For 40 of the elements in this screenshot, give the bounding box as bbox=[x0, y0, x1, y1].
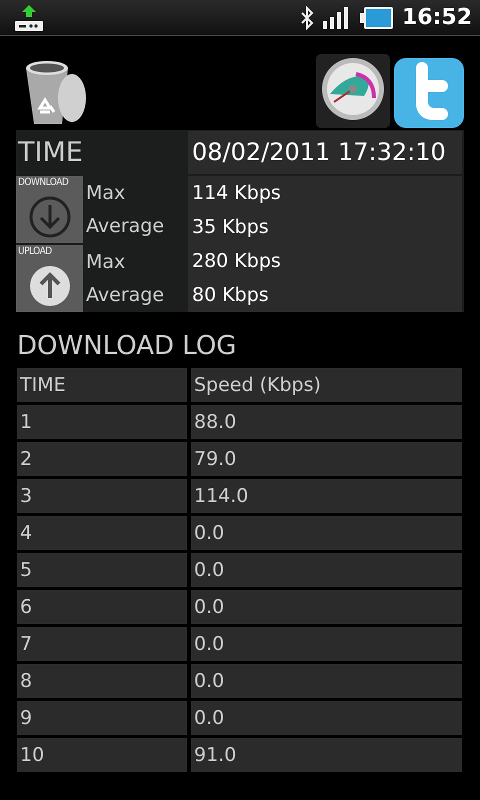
download-tile[interactable]: DOWNLOAD bbox=[16, 176, 83, 243]
table-cell: 0.0 bbox=[191, 553, 462, 587]
column-header: TIME bbox=[17, 368, 187, 402]
stat-label: Average bbox=[86, 215, 164, 238]
time-label: TIME bbox=[16, 136, 84, 170]
table-cell: 7 bbox=[17, 627, 187, 661]
table-cell: 88.0 bbox=[191, 405, 462, 439]
stat-value: 280 Kbps bbox=[192, 249, 282, 274]
table-cell: 91.0 bbox=[191, 738, 462, 772]
upload-tile[interactable]: UPLOAD bbox=[16, 245, 83, 312]
table-cell: 114.0 bbox=[191, 479, 462, 513]
table-cell: 9 bbox=[17, 701, 187, 735]
table-cell: 0.0 bbox=[191, 516, 462, 550]
gauge-icon[interactable] bbox=[316, 54, 390, 128]
table-cell: 10 bbox=[17, 738, 187, 772]
clock: 16:52 bbox=[402, 4, 472, 30]
time-value: 08/02/2011 17:32:10 bbox=[188, 131, 462, 174]
table-cell: 0.0 bbox=[191, 590, 462, 624]
stat-label: Average bbox=[86, 284, 164, 306]
table-cell: 0.0 bbox=[191, 627, 462, 661]
stat-label: Max bbox=[86, 182, 126, 204]
stat-value: 80 Kbps bbox=[192, 283, 270, 308]
table-cell: 6 bbox=[17, 590, 187, 624]
table-cell: 0.0 bbox=[191, 664, 462, 698]
table-cell: 0.0 bbox=[191, 701, 462, 735]
stat-value: 35 Kbps bbox=[192, 215, 270, 240]
table-cell: 5 bbox=[17, 553, 187, 587]
table-cell: 79.0 bbox=[191, 442, 462, 476]
table-cell: 1 bbox=[17, 405, 187, 439]
table-cell: 2 bbox=[17, 442, 187, 476]
bluetooth-icon bbox=[300, 6, 314, 30]
log-title: DOWNLOAD LOG bbox=[17, 330, 238, 363]
stat-value: 114 Kbps bbox=[192, 181, 282, 206]
stat-label: Max bbox=[86, 250, 126, 273]
table-cell: 4 bbox=[17, 516, 187, 550]
table-cell: 8 bbox=[17, 664, 187, 698]
table-cell: 3 bbox=[17, 479, 187, 513]
column-header: Speed (Kbps) bbox=[191, 368, 462, 402]
battery-icon bbox=[360, 6, 394, 30]
upload-notification-icon bbox=[14, 2, 44, 32]
